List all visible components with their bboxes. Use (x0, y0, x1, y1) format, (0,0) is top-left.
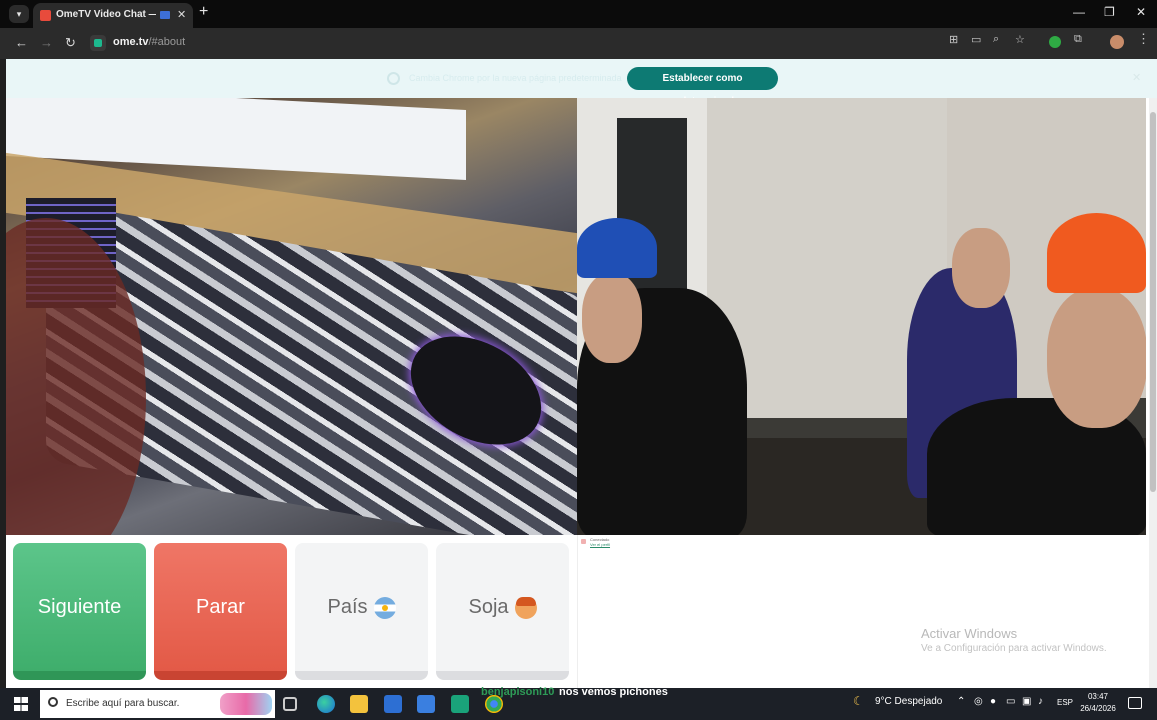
clock-date: 26/4/2026 (1080, 704, 1116, 713)
file-explorer-icon[interactable] (350, 695, 368, 713)
task-view-icon[interactable] (283, 697, 297, 711)
search-highlight-image (220, 693, 272, 715)
store-icon[interactable] (384, 695, 402, 713)
tab-media-icon[interactable] (160, 11, 170, 19)
tab-search-icon[interactable]: ▾ (9, 5, 29, 23)
gender-label: Soja (468, 596, 509, 618)
extensions-icon[interactable]: ⧉ (1074, 33, 1082, 46)
kebab-menu-icon[interactable]: ⋮ (1137, 31, 1150, 47)
translate-icon[interactable]: ⊞ (949, 33, 958, 46)
restore-icon[interactable]: ❐ (1104, 5, 1115, 19)
banner-text: Cambia Chrome por la nueva página predet… (409, 73, 622, 83)
zoom-icon[interactable]: ⌕ (993, 33, 999, 46)
remote-video (577, 98, 1146, 535)
site-info-icon[interactable] (90, 35, 106, 51)
mail-icon[interactable] (417, 695, 435, 713)
stream-overlay-message: nos vemos pichones (559, 686, 668, 698)
minimize-icon[interactable]: — (1073, 5, 1085, 19)
chrome-icon (387, 72, 400, 85)
forward-arrow-icon[interactable]: → (40, 35, 53, 50)
chat-controls: Siguiente Parar País Soja (6, 535, 577, 688)
scrollbar-thumb[interactable] (1150, 112, 1156, 492)
tray-chevron-icon[interactable]: ⌃ (957, 696, 965, 707)
chat-message: Conectado Ver el perfil (590, 537, 610, 547)
monitor-icon[interactable]: ▣ (1022, 696, 1031, 707)
new-tab-button[interactable]: + (199, 3, 208, 21)
cap-orange (1047, 213, 1146, 293)
ometv-page: Cambia Chrome por la nueva página predet… (6, 59, 1157, 688)
default-browser-banner: Cambia Chrome por la nueva página predet… (6, 59, 1157, 107)
microphone-icon[interactable]: ● (990, 696, 996, 707)
stream-overlay-username: benjapisoni10 (481, 686, 555, 698)
address-bar[interactable]: ome.tv/#about (86, 32, 1144, 54)
display-icon[interactable]: ▭ (1006, 696, 1015, 707)
argentina-flag-icon (373, 596, 396, 619)
tab-ometv[interactable]: OmeTV Video Chat — Alte ✕ (33, 3, 193, 28)
windows-start-icon[interactable] (14, 697, 28, 711)
cap-blue (577, 218, 657, 278)
language-indicator[interactable]: ESP (1057, 698, 1073, 707)
windows-taskbar: Escribe aquí para buscar. benjapisoni10 … (0, 686, 1157, 720)
clock[interactable]: 03:47 26/4/2026 (1079, 691, 1117, 715)
back-arrow-icon[interactable]: ← (15, 35, 28, 50)
face-left (582, 273, 642, 363)
ometv-favicon-icon (40, 10, 51, 21)
notification-icon[interactable] (1128, 697, 1142, 709)
activate-windows-subtitle: Ve a Configuración para activar Windows. (921, 643, 1107, 654)
browser-tabstrip: ▾ OmeTV Video Chat — Alte ✕ + — ❐ ✕ (0, 0, 1157, 28)
flag-icon (581, 539, 586, 544)
star-icon[interactable]: ☆ (1015, 33, 1025, 46)
profile-avatar[interactable] (1110, 35, 1124, 49)
app-icon[interactable] (451, 695, 469, 713)
face-middle (952, 228, 1010, 308)
tab-title: OmeTV Video Chat — Alte (56, 9, 156, 20)
url-text[interactable]: ome.tv/#about (113, 36, 185, 48)
country-button[interactable]: País (295, 543, 428, 680)
cast-icon[interactable]: ▭ (971, 33, 981, 46)
edge-icon[interactable] (317, 695, 335, 713)
window-close-icon[interactable]: ✕ (1136, 5, 1146, 19)
tab-close-icon[interactable]: ✕ (177, 8, 186, 21)
country-label: País (327, 596, 368, 618)
next-button[interactable]: Siguiente (13, 543, 146, 680)
banner-close-icon[interactable]: ✕ (1132, 71, 1141, 84)
network-icon[interactable]: ◎ (974, 696, 983, 707)
set-default-button[interactable]: Establecer como predeterminado (627, 67, 778, 107)
stop-button[interactable]: Parar (154, 543, 287, 680)
local-video (6, 98, 577, 535)
page-scrollbar[interactable] (1149, 98, 1157, 688)
clock-time: 03:47 (1087, 692, 1109, 701)
weather-text[interactable]: 9°C Despejado (875, 696, 942, 707)
extension-icon[interactable] (1049, 36, 1061, 48)
chat-profile-link[interactable]: Ver el perfil (590, 542, 610, 547)
face-right (1047, 288, 1146, 428)
taskbar-search-input[interactable]: Escribe aquí para buscar. (40, 690, 275, 718)
chat-panel[interactable]: Conectado Ver el perfil Activar Windows … (577, 535, 1146, 688)
search-placeholder: Escribe aquí para buscar. (66, 698, 180, 709)
boy-emoji-icon (514, 596, 537, 619)
volume-icon[interactable]: ♪ (1038, 696, 1043, 707)
search-icon (48, 697, 58, 707)
moon-icon: ☾ (853, 694, 864, 708)
gender-button[interactable]: Soja (436, 543, 569, 680)
browser-toolbar: ← → ↻ ome.tv/#about ⊞ ▭ ⌕ ☆ ⧉ ⋮ (0, 28, 1157, 59)
activate-windows-title: Activar Windows (921, 626, 1018, 641)
reload-icon[interactable]: ↻ (65, 35, 76, 51)
